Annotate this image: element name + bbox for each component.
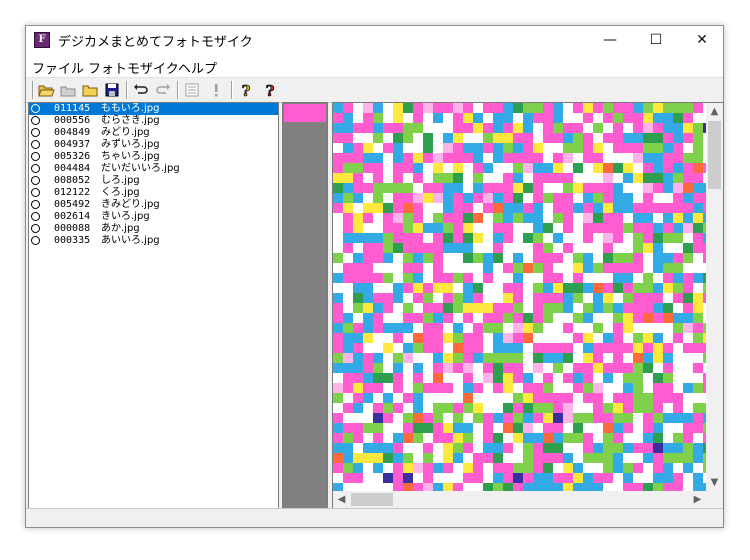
camera-folder-icon[interactable] [59,81,77,99]
color-preview-panel [282,102,328,509]
file-name: あか.jpg [101,223,140,234]
mosaic-canvas[interactable] [333,103,706,491]
file-list-item[interactable]: 004937 みずいろ.jpg [29,139,278,151]
file-count: 012122 [54,187,91,198]
file-name: くろ.jpg [101,187,140,198]
file-list[interactable]: 011145 ももいろ.jpg 000556 むらさき.jpg 004849 みどり.jp… [28,102,279,509]
file-count: 000556 [54,115,91,126]
file-count: 008052 [54,175,91,186]
exclamation-icon[interactable] [207,81,225,99]
scroll-left-icon[interactable]: ◀ [333,491,350,508]
maximize-button[interactable]: ☐ [633,26,679,55]
file-name: むらさき.jpg [101,115,160,126]
redo-icon[interactable] [154,81,172,99]
app-window: F デジカメまとめてフォトモザイク — ☐ ✕ ファイル フォトモザイク ヘルプ [25,25,724,528]
file-name: みずいろ.jpg [101,139,160,150]
file-name: みどり.jpg [101,127,150,138]
file-name: きみどり.jpg [101,199,160,210]
radio-icon[interactable] [31,104,40,113]
save-icon[interactable] [103,81,121,99]
file-count: 004937 [54,139,91,150]
file-name: だいだいいろ.jpg [101,163,180,174]
file-count: 011145 [54,103,91,114]
help-icon[interactable]: ? [237,81,255,101]
file-name: あいいろ.jpg [101,235,160,246]
radio-icon[interactable] [31,176,40,185]
close-button[interactable]: ✕ [679,26,725,55]
toolbar-separator [32,81,34,99]
file-list-item[interactable]: 004849 みどり.jpg [29,127,278,139]
scroll-up-icon[interactable]: ▲ [706,103,723,120]
radio-icon[interactable] [31,236,40,245]
context-help-icon[interactable]: ? [261,81,279,101]
menu-bar: ファイル フォトモザイク ヘルプ [26,55,723,77]
horizontal-scroll-thumb[interactable] [351,493,393,506]
vertical-scroll-thumb[interactable] [708,121,721,189]
horizontal-scrollbar[interactable]: ◀ ▶ [333,491,706,508]
file-name: しろ.jpg [101,175,140,186]
undo-icon[interactable] [132,81,150,99]
radio-icon[interactable] [31,164,40,173]
mosaic-view[interactable]: ▲ ▼ ◀ ▶ [332,102,724,509]
radio-icon[interactable] [31,116,40,125]
file-count: 004484 [54,163,91,174]
app-icon[interactable]: F [34,32,50,48]
toolbar-separator [177,81,179,99]
folder-icon[interactable] [81,81,99,99]
file-count: 004849 [54,127,91,138]
list-icon[interactable] [183,81,201,99]
menu-file[interactable]: ファイル [32,58,84,77]
radio-icon[interactable] [31,224,40,233]
scroll-corner [706,491,723,508]
toolbar: ? ? [26,77,723,103]
file-list-item[interactable]: 005326 ちゃいろ.jpg [29,151,278,163]
vertical-scrollbar[interactable]: ▲ ▼ [706,103,723,491]
radio-icon[interactable] [31,140,40,149]
file-count: 000088 [54,223,91,234]
svg-text:?: ? [266,82,275,99]
radio-icon[interactable] [31,212,40,221]
file-list-item[interactable]: 000335 あいいろ.jpg [29,235,278,247]
file-list-item[interactable]: 002614 きいろ.jpg [29,211,278,223]
file-name: きいろ.jpg [101,211,150,222]
file-list-item[interactable]: 005492 きみどり.jpg [29,199,278,211]
file-list-item[interactable]: 000556 むらさき.jpg [29,115,278,127]
title-bar[interactable]: F デジカメまとめてフォトモザイク — ☐ ✕ [26,26,723,55]
svg-text:?: ? [242,82,251,99]
scroll-down-icon[interactable]: ▼ [706,474,723,491]
radio-icon[interactable] [31,152,40,161]
minimize-button[interactable]: — [587,26,633,55]
file-count: 002614 [54,211,91,222]
open-folder-icon[interactable] [37,81,55,99]
window-title: デジカメまとめてフォトモザイク [58,35,253,50]
radio-icon[interactable] [31,200,40,209]
toolbar-separator [126,81,128,99]
file-name: ももいろ.jpg [101,103,160,114]
toolbar-separator [231,81,233,99]
menu-photomosaic[interactable]: フォトモザイク [88,58,179,77]
radio-icon[interactable] [31,188,40,197]
file-count: 000335 [54,235,91,246]
scroll-right-icon[interactable]: ▶ [689,491,706,508]
status-bar [26,508,723,527]
file-list-item[interactable]: 004484 だいだいいろ.jpg [29,163,278,175]
menu-help[interactable]: ヘルプ [178,58,217,77]
file-list-item[interactable]: 000088 あか.jpg [29,223,278,235]
file-count: 005492 [54,199,91,210]
file-list-item[interactable]: 011145 ももいろ.jpg [29,103,278,115]
file-list-item[interactable]: 008052 しろ.jpg [29,175,278,187]
file-count: 005326 [54,151,91,162]
file-name: ちゃいろ.jpg [101,151,160,162]
radio-icon[interactable] [31,128,40,137]
file-list-item[interactable]: 012122 くろ.jpg [29,187,278,199]
selected-color-swatch [284,104,326,122]
